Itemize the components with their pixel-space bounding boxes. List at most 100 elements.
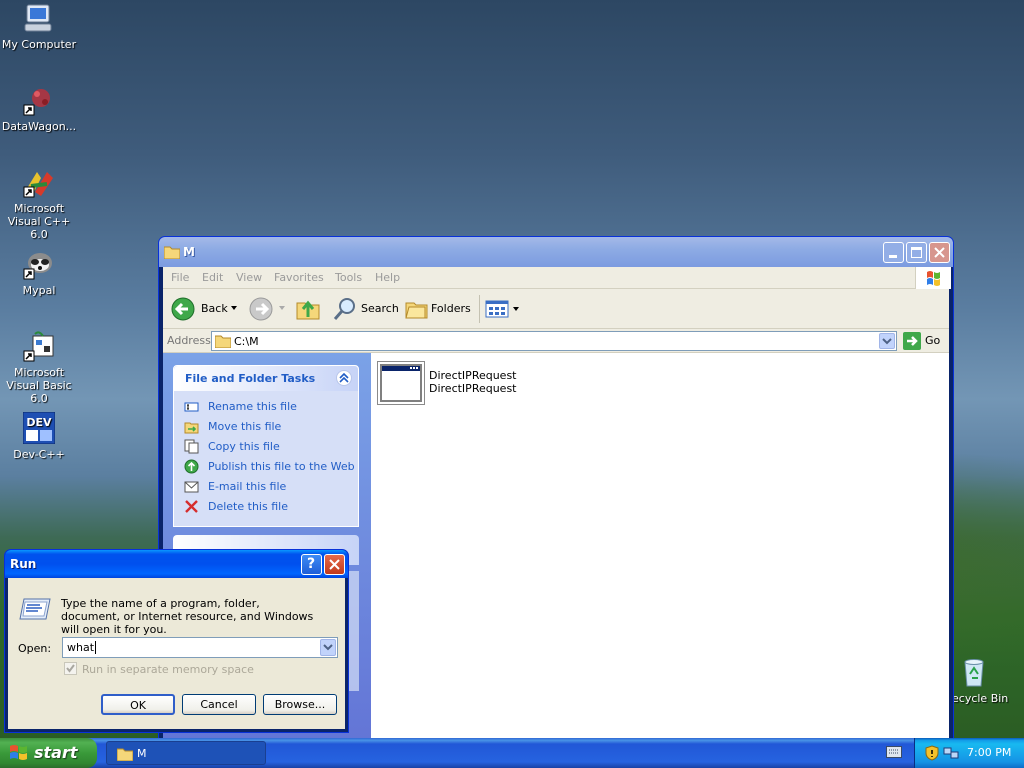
file-list-pane: DirectIPRequest DirectIPRequest — [371, 353, 949, 741]
collapse-chevron-icon[interactable] — [336, 370, 352, 386]
open-dropdown-button[interactable] — [320, 639, 336, 656]
go-button[interactable]: Go — [901, 331, 949, 351]
task-label: Move this file — [208, 420, 282, 433]
go-arrow-icon — [903, 332, 921, 350]
email-icon — [184, 481, 199, 493]
copy-icon — [184, 439, 199, 454]
keyboard-icon[interactable] — [886, 746, 902, 758]
network-icon[interactable] — [943, 745, 959, 761]
desktop-icon-label: Microsoft Visual C++ 6.0 — [7, 202, 71, 241]
menu-view[interactable]: View — [236, 271, 262, 284]
run-message: Type the name of a program, folder, docu… — [61, 597, 314, 636]
delete-icon — [185, 500, 198, 513]
my-computer-icon — [23, 2, 55, 34]
standard-toolbar: Back Search Folders — [163, 289, 949, 329]
ok-button[interactable]: OK — [101, 694, 175, 715]
chevron-down-icon — [323, 644, 333, 651]
go-label: Go — [925, 334, 941, 347]
taskbar-item-label: M — [137, 747, 147, 760]
file-item[interactable]: DirectIPRequest DirectIPRequest — [377, 361, 537, 405]
up-folder-button[interactable] — [295, 295, 323, 323]
open-combobox[interactable]: what — [62, 637, 338, 658]
desktop-icon-visual-cpp[interactable]: Microsoft Visual C++ 6.0 — [0, 166, 78, 241]
separate-memory-label: Run in separate memory space — [82, 663, 254, 676]
taskbar-item-m[interactable]: M — [106, 741, 266, 765]
maximize-button[interactable] — [906, 242, 927, 263]
publish-web-icon — [184, 459, 199, 474]
desktop-icon-dev-cpp[interactable]: DEV Dev-C++ — [0, 411, 78, 461]
security-shield-icon[interactable] — [925, 745, 939, 761]
menu-favorites[interactable]: Favorites — [274, 271, 324, 284]
address-dropdown-button[interactable] — [879, 333, 895, 349]
task-label: Publish this file to the Web — [208, 460, 355, 473]
task-label: E-mail this file — [208, 480, 287, 493]
run-title: Run — [10, 557, 37, 571]
explorer-title-bar[interactable]: M — [159, 237, 953, 267]
run-program-icon — [19, 598, 51, 620]
forward-button[interactable] — [247, 295, 287, 323]
address-label: Address — [167, 334, 211, 347]
text-cursor — [95, 641, 96, 654]
taskbar: start M 7:00 PM — [0, 738, 1024, 768]
menu-edit[interactable]: Edit — [202, 271, 223, 284]
desktop-icon-label: My Computer — [1, 38, 77, 51]
address-bar: Address C:\M Go — [163, 329, 949, 353]
separate-memory-checkbox[interactable] — [64, 662, 77, 675]
desktop-icon-visual-basic[interactable]: Microsoft Visual Basic 6.0 — [0, 330, 78, 405]
menu-tools[interactable]: Tools — [335, 271, 362, 284]
checkmark-icon — [66, 664, 75, 673]
file-folder-tasks-panel: File and Folder Tasks Rename this file M… — [173, 365, 359, 527]
help-button[interactable]: ? — [301, 554, 322, 575]
chevron-down-icon[interactable] — [513, 307, 519, 311]
search-icon — [333, 298, 355, 320]
minimize-button[interactable] — [883, 242, 904, 263]
chevron-down-icon — [882, 338, 892, 345]
open-input-value[interactable]: what — [67, 641, 98, 654]
task-label: Copy this file — [208, 440, 280, 453]
cancel-button[interactable]: Cancel — [182, 694, 256, 715]
visual-basic-icon — [23, 330, 55, 362]
folders-label: Folders — [431, 302, 471, 315]
task-label: Delete this file — [208, 500, 288, 513]
system-tray: 7:00 PM — [914, 738, 1024, 768]
browse-button[interactable]: Browse... — [263, 694, 337, 715]
folder-icon — [214, 334, 232, 351]
svg-text:DEV: DEV — [26, 416, 52, 429]
desktop-icon-mypal[interactable]: Mypal — [0, 248, 78, 297]
desktop-icon-label: DataWagon... — [1, 120, 77, 133]
views-button[interactable] — [483, 297, 521, 321]
desktop-icon-label: Mypal — [22, 284, 56, 297]
desktop-icon-my-computer[interactable]: My Computer — [0, 2, 78, 51]
dev-cpp-icon: DEV — [22, 411, 56, 445]
search-label: Search — [361, 302, 399, 315]
task-panel-header[interactable]: File and Folder Tasks — [174, 366, 358, 391]
run-dialog[interactable]: Run ? Type the name of a program, folder… — [4, 549, 349, 733]
back-arrow-icon — [171, 297, 195, 321]
menu-file[interactable]: File — [171, 271, 189, 284]
close-button[interactable] — [929, 242, 950, 263]
menu-help[interactable]: Help — [375, 271, 400, 284]
file-name: DirectIPRequest — [429, 369, 517, 382]
folders-icon — [405, 302, 428, 319]
folders-button[interactable]: Folders — [403, 295, 473, 323]
run-title-bar[interactable]: Run ? — [5, 550, 348, 578]
up-folder-icon — [296, 300, 320, 320]
start-button[interactable]: start — [0, 738, 97, 768]
back-button[interactable]: Back — [169, 295, 237, 323]
back-label: Back — [201, 302, 228, 315]
clock: 7:00 PM — [967, 746, 1012, 759]
task-label: Rename this file — [208, 400, 297, 413]
search-button[interactable]: Search — [331, 295, 399, 323]
chevron-down-icon[interactable] — [279, 306, 285, 310]
menu-bar: File Edit View Favorites Tools Help — [163, 267, 951, 289]
desktop-icon-datawagon[interactable]: DataWagon... — [0, 84, 78, 133]
chevron-down-icon[interactable] — [231, 306, 237, 310]
toolbar-separator — [479, 295, 480, 323]
visual-cpp-icon — [23, 166, 55, 198]
address-input[interactable]: C:\M — [211, 331, 897, 351]
mypal-raccoon-icon — [23, 248, 55, 280]
windows-flag-icon — [10, 745, 27, 760]
move-icon — [184, 422, 199, 434]
close-button[interactable] — [324, 554, 345, 575]
start-label: start — [34, 743, 78, 762]
